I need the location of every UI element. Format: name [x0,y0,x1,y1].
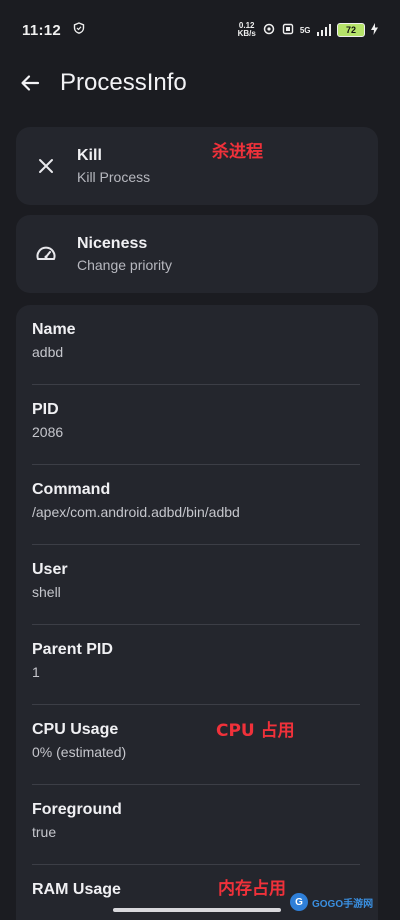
annotation-kill: 杀进程 [212,142,263,162]
charging-icon [371,22,378,38]
annotation-ram: 内存占用 [218,879,286,899]
info-label: PID [32,401,59,418]
niceness-action-title: Niceness [77,235,148,252]
info-value: 1 [32,664,40,680]
info-row-name: Name adbd [32,305,360,385]
info-label: CPU Usage [32,721,119,738]
kill-action-text: Kill Kill Process [77,147,150,185]
home-indicator[interactable] [113,908,281,912]
info-value: 2086 [32,424,64,440]
info-label: Name [32,321,76,338]
info-label: Foreground [32,801,122,818]
info-value: true [32,824,57,840]
info-value: 0% (estimated) [32,744,127,760]
info-row-parent-pid: Parent PID 1 [32,625,360,705]
info-row-cpu-usage: CPU Usage 0% (estimated) [32,705,360,785]
network-type: 5G [299,25,311,35]
speedometer-icon [34,242,58,266]
status-bar: 11:12 0.12 KB/s 5G 72 [0,0,400,58]
net-speed: 0.12 KB/s [237,21,256,38]
info-value: shell [32,584,61,600]
info-row-foreground: Foreground true [32,785,360,865]
annotation-cpu: CPU 占用 [216,721,295,741]
status-icons: 0.12 KB/s 5G 72 [238,22,378,38]
niceness-action-card[interactable]: Niceness Change priority [16,215,378,293]
kill-action-title: Kill [77,147,102,164]
app-bar: ProcessInfo [0,58,400,108]
battery-icon: 72 [337,23,365,37]
info-value: adbd [32,344,64,360]
hotspot-icon [262,23,276,38]
kill-action-subtitle: Kill Process [77,169,151,185]
niceness-action-text: Niceness Change priority [77,235,172,273]
signal-icon [316,24,331,36]
info-label: Parent PID [32,641,113,658]
arrow-left-icon [21,75,40,91]
process-info-card: Name adbd PID 2086 Command /apex/com.and… [16,305,378,920]
info-label: User [32,561,68,578]
niceness-action-subtitle: Change priority [77,257,172,273]
back-button[interactable] [16,69,44,97]
info-label: Command [32,481,111,498]
close-icon [34,154,58,178]
info-value: /apex/com.android.adbd/bin/adbd [32,504,240,520]
watermark-logo: G GOGO手游网 [290,890,373,914]
vpn-shield-icon [73,22,85,37]
watermark-icon: G [290,893,308,911]
info-row-pid: PID 2086 [32,385,360,465]
watermark-text: GOGO手游网 [312,898,374,910]
kill-action-card[interactable]: Kill Kill Process [16,127,378,205]
page-title: ProcessInfo [60,69,187,96]
sim-icon [282,23,294,38]
info-row-user: User shell [32,545,360,625]
status-time: 11:12 [22,22,62,39]
info-row-command: Command /apex/com.android.adbd/bin/adbd [32,465,360,545]
